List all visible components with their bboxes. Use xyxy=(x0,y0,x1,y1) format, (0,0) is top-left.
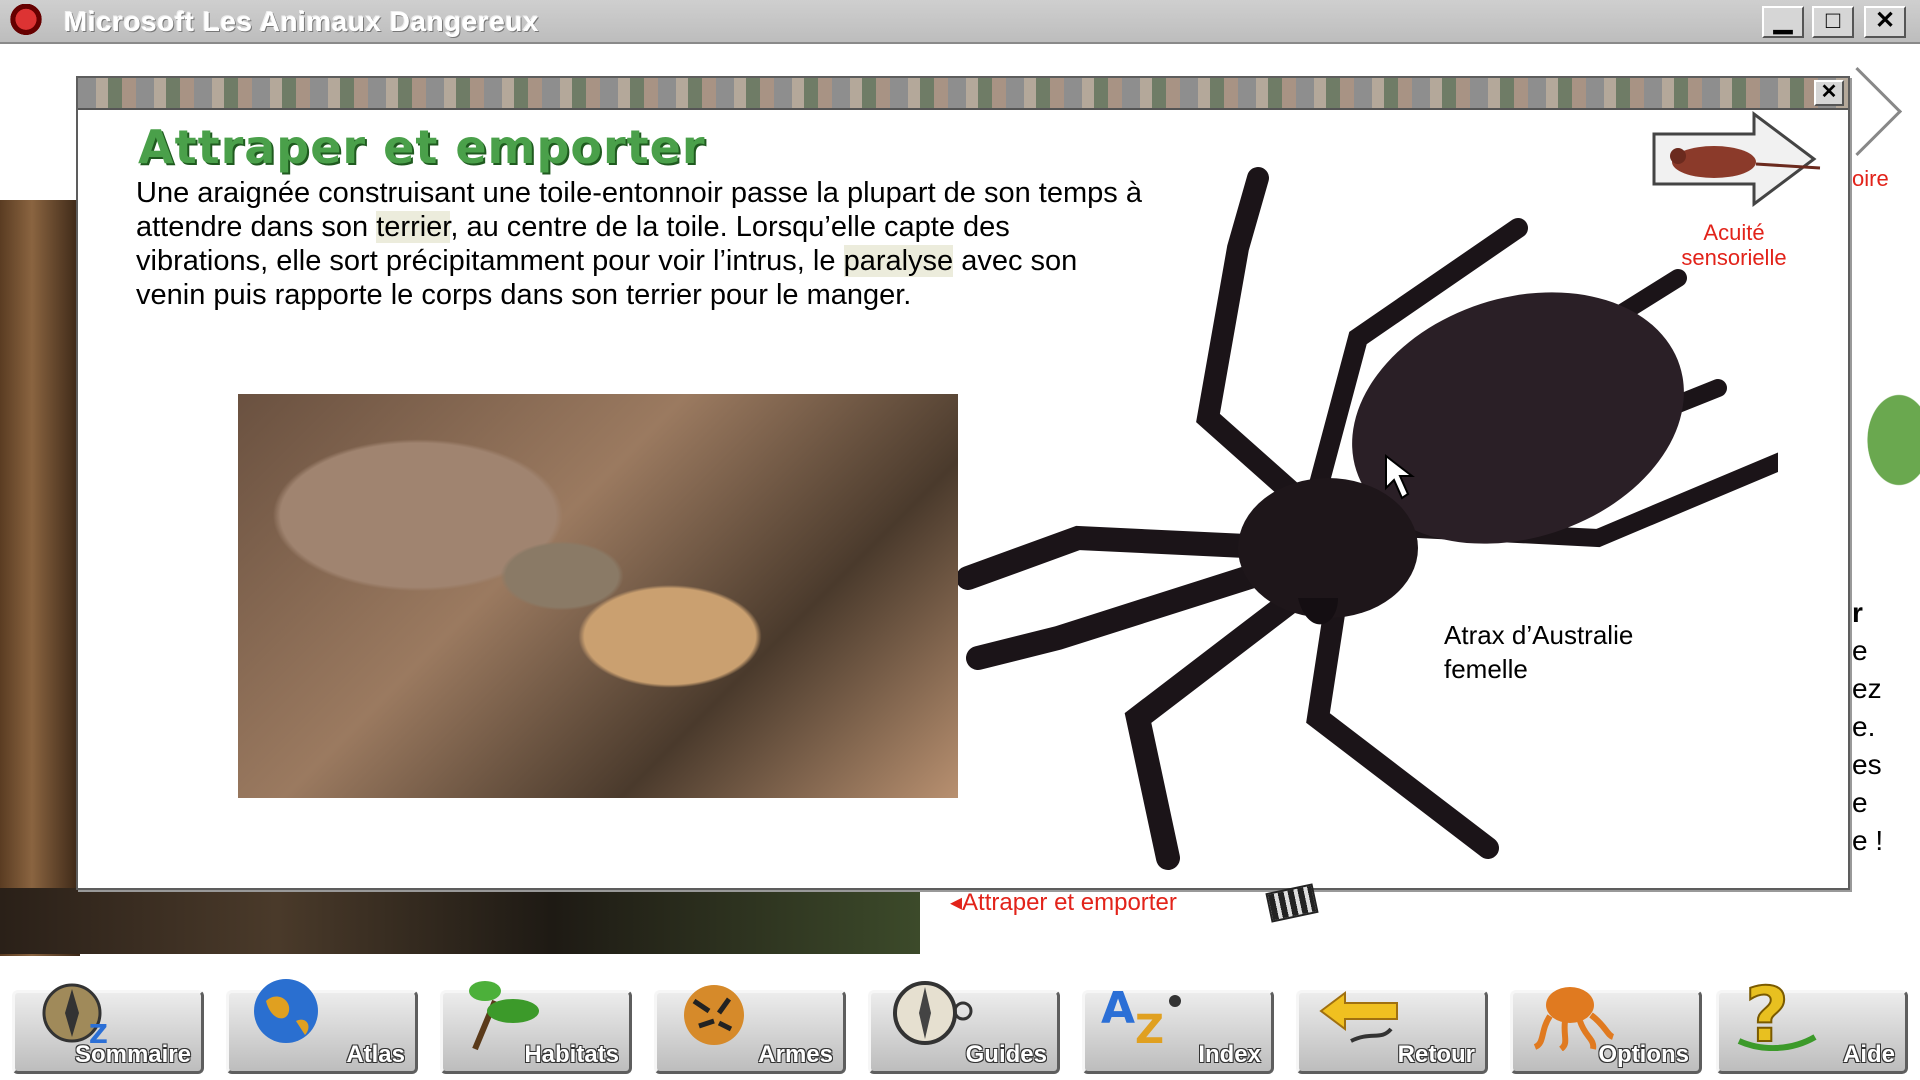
bottom-toolbar: Z Sommaire Atlas Habitats Armes Guides A… xyxy=(0,956,1920,1080)
toolbar-button-retour[interactable]: Retour xyxy=(1296,990,1488,1074)
close-window-button[interactable]: ✕ xyxy=(1864,6,1906,38)
svg-text:?: ? xyxy=(1745,971,1789,1051)
svg-text:Z: Z xyxy=(1135,1007,1164,1051)
tiger-icon xyxy=(684,985,744,1045)
az-spider-icon: A Z xyxy=(1101,983,1181,1051)
popup-close-button[interactable]: ✕ xyxy=(1814,80,1844,106)
svg-text:A: A xyxy=(1101,983,1135,1034)
background-ground-image xyxy=(0,888,920,954)
globe-icon xyxy=(254,979,318,1043)
popup-heading: Attraper et emporter xyxy=(138,120,706,174)
info-popup: ✕ Attraper et emporter Une araignée cons… xyxy=(76,76,1850,890)
minimize-button[interactable]: ▁ xyxy=(1762,6,1804,38)
rodent-arrow-icon xyxy=(1652,111,1821,207)
toolbar-button-aide[interactable]: ? Aide xyxy=(1716,971,1908,1074)
video-title-link[interactable]: ◂Attraper et emporter xyxy=(950,888,1177,917)
title-bar: Microsoft Les Animaux Dangereux ▁ □ ✕ xyxy=(0,0,1920,44)
back-arrow-scorpion-icon xyxy=(1319,991,1398,1043)
compass-icon xyxy=(893,981,973,1045)
background-link[interactable]: oire xyxy=(1852,166,1889,192)
video-frame[interactable] xyxy=(238,394,958,798)
octopus-icon xyxy=(1533,987,1615,1051)
snake-question-icon: ? xyxy=(1737,971,1817,1051)
popup-title-bar xyxy=(78,78,1848,110)
toolbar-button-atlas[interactable]: Atlas xyxy=(226,979,418,1074)
toolbar-button-guides[interactable]: Guides xyxy=(868,981,1060,1074)
background-leaf-image xyxy=(1850,370,1920,510)
toolbar-button-index[interactable]: A Z Index xyxy=(1082,983,1274,1074)
background-rock-image xyxy=(0,200,80,960)
maximize-button[interactable]: □ xyxy=(1812,6,1854,38)
spider-caption: Atrax d’Australie femelle xyxy=(1444,620,1634,684)
window-title: Microsoft Les Animaux Dangereux xyxy=(64,6,540,37)
app-logo-icon xyxy=(8,4,44,38)
toolbar-button-armes[interactable]: Armes xyxy=(654,985,846,1074)
toolbar-button-habitats[interactable]: Habitats xyxy=(440,981,632,1074)
toolbar-button-options[interactable]: Options xyxy=(1510,987,1702,1074)
glossary-link-terrier[interactable]: terrier xyxy=(376,211,451,243)
background-text-fragment: r e ez e. es e e ! xyxy=(1852,597,1884,856)
toolbar-button-sommaire[interactable]: Z Sommaire xyxy=(12,983,204,1074)
glossary-link-paralyse[interactable]: paralyse xyxy=(843,245,954,277)
compass-az-icon: Z xyxy=(42,983,108,1050)
sensory-acuity-link[interactable]: Acuité sensorielle xyxy=(1644,104,1824,269)
plant-icon xyxy=(469,981,539,1051)
